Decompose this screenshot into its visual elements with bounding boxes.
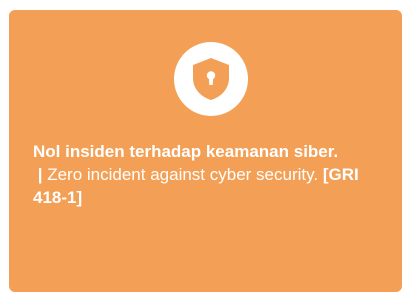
- icon-badge: [174, 42, 248, 116]
- info-card: Nol insiden terhadap keamanan siber. | Z…: [9, 10, 402, 292]
- statement-en: Zero incident against cyber security.: [47, 165, 319, 184]
- statement-separator: |: [33, 165, 48, 184]
- statement-id: Nol insiden terhadap keamanan siber.: [33, 142, 339, 161]
- shield-lock-icon: [193, 58, 229, 100]
- statement-text: Nol insiden terhadap keamanan siber. | Z…: [33, 140, 383, 209]
